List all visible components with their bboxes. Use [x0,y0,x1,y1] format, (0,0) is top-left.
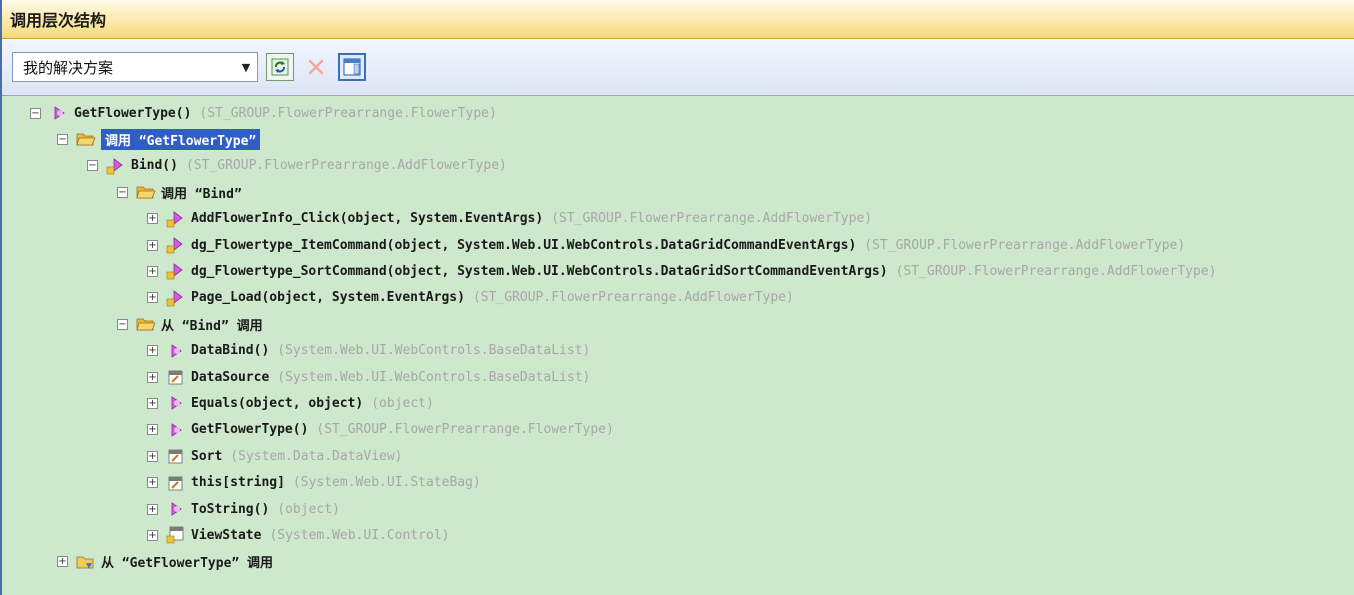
delete-button[interactable] [302,53,330,81]
tree-row[interactable]: + ToString() (object) [147,498,340,520]
member-name: GetFlowerType() [191,422,309,438]
expand-icon[interactable]: + [147,397,158,409]
refresh-button[interactable] [266,53,294,81]
property-icon [166,474,186,492]
tree-row[interactable]: + Page_Load(object, System.EventArgs) (ST_… [147,287,794,309]
tree-row[interactable]: + 从 “GetFlowerType” 调用 [57,551,273,573]
member-name: GetFlowerType() [74,105,192,121]
expand-icon[interactable]: + [57,556,68,568]
delete-icon [308,59,324,75]
expand-icon[interactable]: + [147,424,158,436]
expand-icon[interactable]: + [147,292,158,304]
tree-row[interactable]: + dg_Flowertype_SortCommand(object, Syste… [147,260,1216,282]
member-type: (System.Web.UI.WebControls.BaseDataList) [277,369,591,385]
member-name: ViewState [191,527,262,543]
member-type: (System.Web.UI.StateBag) [292,475,481,491]
folder-open-icon [136,315,156,333]
tree-row[interactable]: + Equals(object, object) (object) [147,392,434,414]
expand-icon[interactable]: + [147,371,158,383]
member-type: (ST_GROUP.FlowerPrearrange.FlowerType) [316,422,614,438]
tree-row[interactable]: − 调用 “Bind” [117,181,242,203]
tree-row[interactable]: + dg_Flowertype_ItemCommand(object, Syste… [147,234,1185,256]
toggle-details-button[interactable] [338,53,366,81]
expand-icon[interactable]: + [147,450,158,462]
property-icon [166,447,186,465]
collapse-icon[interactable]: − [87,160,98,172]
folder-label: 从 “Bind” 调用 [161,318,263,334]
tree-row[interactable]: + this[string] (System.Web.UI.StateBag) [147,472,481,494]
tree-row[interactable]: + ViewState (System.Web.UI.Control) [147,524,449,546]
expand-icon[interactable]: + [147,213,158,225]
member-name: Equals(object, object) [191,395,364,411]
property-icon [166,368,186,386]
member-type: (System.Web.UI.WebControls.BaseDataList) [277,343,591,359]
toolbar: 我的解决方案 ▼ [2,39,1354,96]
member-name: dg_Flowertype_SortCommand(object, System… [191,263,888,279]
tree-row[interactable]: + AddFlowerInfo_Click(object, System.Even… [147,208,872,230]
method-protected-icon [166,210,186,228]
tree-row[interactable]: + DataSource (System.Web.UI.WebControls.Ba… [147,366,590,388]
call-hierarchy-window: 调用层次结构 我的解决方案 ▼ − GetFlowerType() (ST_GR… [0,0,1354,595]
method-protected-icon [166,289,186,307]
property-protected-icon [166,526,186,544]
member-name: ToString() [191,501,270,517]
member-name: AddFlowerInfo_Click(object, System.Event… [191,211,544,227]
tree-row[interactable]: − 调用 “GetFlowerType” [57,128,261,150]
window-title: 调用层次结构 [2,0,1354,39]
member-name: dg_Flowertype_ItemCommand(object, System… [191,237,857,253]
expand-icon[interactable]: + [147,345,158,357]
member-type: (ST_GROUP.FlowerPrearrange.AddFlowerType… [185,158,507,174]
tree-row[interactable]: + DataBind() (System.Web.UI.WebControls.Ba… [147,340,590,362]
folder-open-icon [136,183,156,201]
folder-label: 调用 “GetFlowerType” [101,128,261,150]
method-icon [166,421,186,439]
member-type: (object) [277,501,340,517]
folder-open-icon [76,130,96,148]
member-name: DataBind() [191,343,270,359]
folder-closed-icon [76,553,96,571]
tree-row[interactable]: − GetFlowerType() (ST_GROUP.FlowerPrearran… [30,102,497,124]
collapse-icon[interactable]: − [57,133,68,145]
member-name: DataSource [191,369,270,385]
member-name: this[string] [191,475,285,491]
method-icon [166,342,186,360]
member-name: Sort [191,448,223,464]
expand-icon[interactable]: + [147,529,158,541]
dropdown-arrow-icon[interactable]: ▼ [235,61,257,74]
method-protected-icon [106,157,126,175]
scope-dropdown[interactable]: 我的解决方案 ▼ [12,52,258,82]
member-type: (ST_GROUP.FlowerPrearrange.AddFlowerType… [551,211,873,227]
tree-row[interactable]: − Bind() (ST_GROUP.FlowerPrearrange.AddFlo… [87,155,507,177]
member-type: (ST_GROUP.FlowerPrearrange.FlowerType) [199,105,497,121]
toggle-details-icon [343,58,361,76]
expand-icon[interactable]: + [147,239,158,251]
member-name: Bind() [131,158,178,174]
expand-icon[interactable]: + [147,503,158,515]
tree-row[interactable]: + Sort (System.Data.DataView) [147,445,403,467]
method-protected-icon [166,236,186,254]
folder-label: 调用 “Bind” [161,186,242,202]
member-type: (ST_GROUP.FlowerPrearrange.AddFlowerType… [895,263,1217,279]
expand-icon[interactable]: + [147,265,158,277]
member-type: (System.Data.DataView) [230,448,403,464]
member-type: (ST_GROUP.FlowerPrearrange.AddFlowerType… [864,237,1186,253]
collapse-icon[interactable]: − [117,318,128,330]
tree-row[interactable]: + GetFlowerType() (ST_GROUP.FlowerPrearran… [147,419,614,441]
method-icon [166,394,186,412]
folder-label: 从 “GetFlowerType” 调用 [101,556,274,572]
method-icon [49,104,69,122]
collapse-icon[interactable]: − [30,107,41,119]
collapse-icon[interactable]: − [117,186,128,198]
member-type: (ST_GROUP.FlowerPrearrange.AddFlowerType… [472,290,794,306]
method-icon [166,500,186,518]
member-name: Page_Load(object, System.EventArgs) [191,290,465,306]
expand-icon[interactable]: + [147,477,158,489]
scope-dropdown-value: 我的解决方案 [23,58,114,77]
refresh-icon [271,58,289,76]
member-type: (System.Web.UI.Control) [269,527,450,543]
call-tree: − GetFlowerType() (ST_GROUP.FlowerPrearran… [2,96,1354,595]
method-protected-icon [166,262,186,280]
tree-row[interactable]: − 从 “Bind” 调用 [117,313,263,335]
member-type: (object) [371,395,434,411]
